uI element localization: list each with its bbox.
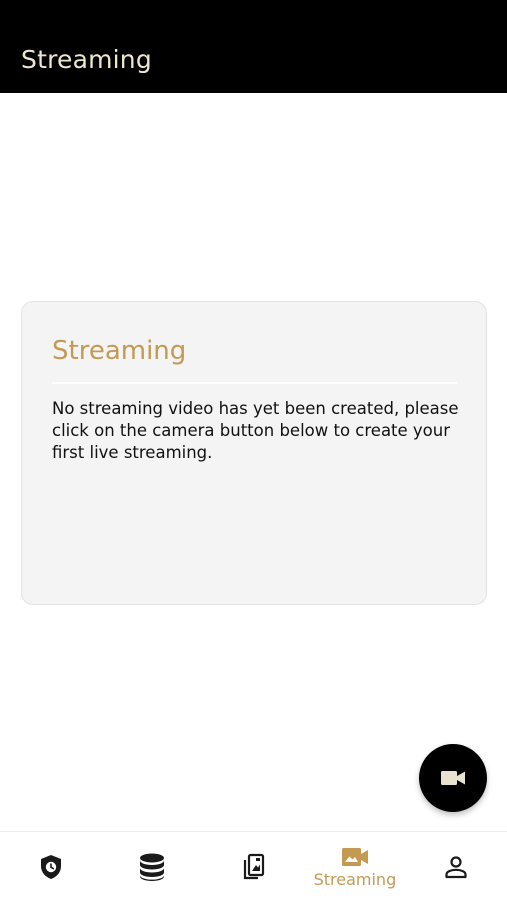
nav-item-streaming[interactable]: Streaming xyxy=(304,832,405,900)
database-icon xyxy=(140,853,165,881)
app-screen: Streaming Streaming No streaming video h… xyxy=(0,0,507,900)
nav-label-streaming: Streaming xyxy=(313,870,397,889)
nav-item-portraits[interactable] xyxy=(203,832,304,900)
videocam-icon xyxy=(441,771,465,785)
bottom-navigation: Streaming xyxy=(0,831,507,900)
empty-state-card: Streaming No streaming video has yet bee… xyxy=(21,301,487,605)
nav-item-profile[interactable] xyxy=(406,832,507,900)
person-icon xyxy=(445,855,467,878)
app-bar: Streaming xyxy=(0,0,507,93)
nav-item-storage[interactable] xyxy=(101,832,202,900)
shield-clock-icon xyxy=(40,854,61,879)
card-divider xyxy=(52,382,457,384)
create-stream-button[interactable] xyxy=(419,744,487,812)
portrait-cards-icon xyxy=(243,853,264,879)
video-photo-icon xyxy=(341,848,368,866)
nav-item-security[interactable] xyxy=(0,832,101,900)
card-title: Streaming xyxy=(52,336,187,366)
empty-state-message: No streaming video has yet been created,… xyxy=(52,399,459,462)
page-title: Streaming xyxy=(21,45,152,74)
